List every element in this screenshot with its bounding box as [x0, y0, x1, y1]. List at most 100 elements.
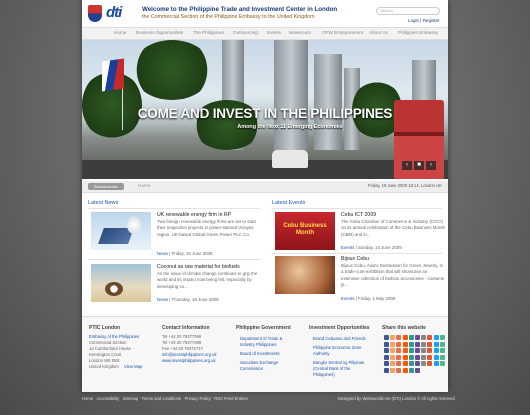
share-service-icon[interactable] [396, 367, 402, 373]
share-service-icon[interactable] [390, 367, 396, 373]
nav-item-events[interactable]: Events [267, 30, 281, 35]
view-map-link[interactable]: View Map [124, 364, 142, 370]
event-category-link[interactable]: Events [341, 245, 354, 250]
search-input[interactable]: Search [376, 7, 440, 15]
dti-logo[interactable]: dti [106, 4, 122, 21]
share-service-icon[interactable] [384, 354, 389, 360]
share-service-icon[interactable] [421, 361, 427, 366]
share-service-icon[interactable] [427, 361, 433, 366]
event-category-link[interactable]: Events [341, 296, 354, 301]
nav-item-outsourcing[interactable]: Outsourcing [233, 30, 258, 35]
news-title[interactable]: Coconut as raw material for biofuels [157, 264, 240, 270]
share-service-icon[interactable] [390, 354, 396, 360]
share-service-icon[interactable] [433, 348, 439, 353]
share-service-icon[interactable] [415, 348, 420, 353]
event-thumbnail-bijoux[interactable] [275, 256, 335, 294]
nav-item-ofw-entrepreneurs[interactable]: OFW Entrepreneurs [322, 30, 363, 35]
share-service-icon[interactable] [384, 367, 389, 373]
nav-item-philippine-embassy[interactable]: Philippine Embassy [398, 30, 438, 35]
gov-link-dti[interactable]: Industry Philippines [240, 342, 276, 348]
share-service-icon[interactable] [433, 361, 439, 366]
share-service-icon[interactable] [408, 367, 414, 373]
share-service-icon[interactable] [421, 354, 427, 360]
event-title[interactable]: Bijoux Cebu [341, 256, 369, 262]
share-service-icon[interactable] [396, 348, 402, 353]
breadcrumb-button[interactable]: Breadcrumbs [88, 183, 124, 190]
login-link[interactable]: Login [408, 18, 419, 23]
share-service-icon[interactable] [408, 335, 414, 340]
share-service-icon[interactable] [433, 341, 439, 347]
gov-link-sec[interactable]: Commission [240, 366, 263, 372]
share-service-icon[interactable] [402, 354, 408, 360]
share-service-icon[interactable] [439, 361, 445, 366]
share-service-icon[interactable] [439, 354, 445, 360]
bottom-link-privacy[interactable]: Privacy Policy [185, 396, 211, 401]
share-service-icon[interactable] [402, 341, 408, 347]
share-service-icon[interactable] [415, 367, 420, 373]
share-service-icon[interactable] [402, 335, 408, 340]
share-service-icon[interactable] [390, 361, 396, 366]
share-service-icon[interactable] [439, 335, 445, 340]
share-service-icon[interactable] [384, 348, 389, 353]
breadcrumb-home[interactable]: Home [138, 183, 150, 188]
share-service-icon[interactable] [402, 367, 408, 373]
share-service-icon[interactable] [402, 361, 408, 366]
bottom-link-home[interactable]: Home [82, 396, 93, 401]
share-service-icon[interactable] [433, 335, 439, 340]
share-service-icon[interactable] [427, 341, 433, 347]
slide-next-icon[interactable]: › [426, 161, 436, 170]
nav-item-newsroom[interactable]: Newsroom [289, 30, 311, 35]
event-title[interactable]: Cebu ICT 2009 [341, 212, 376, 218]
share-service-icon[interactable] [384, 341, 389, 347]
share-service-icon[interactable] [415, 341, 420, 347]
invest-link[interactable]: Brand Cebuano and Friends [313, 336, 366, 342]
register-link[interactable]: Register [423, 18, 440, 23]
share-service-icon[interactable] [421, 335, 427, 340]
share-service-icon[interactable] [408, 348, 414, 353]
bottom-link-rss[interactable]: RSS Feed Entries [214, 396, 248, 401]
share-service-icon[interactable] [408, 341, 414, 347]
share-service-icon[interactable] [390, 335, 396, 340]
contact-website-link[interactable]: www.investphilippines.org.uk [162, 358, 216, 364]
share-service-icon[interactable] [396, 354, 402, 360]
share-service-icon[interactable] [421, 341, 427, 347]
share-service-icon[interactable] [415, 335, 420, 340]
gov-link-boi[interactable]: Board of Investments [240, 351, 280, 357]
share-service-icon[interactable] [384, 335, 389, 340]
nav-item-business-opportunities[interactable]: Business Opportunities [136, 30, 183, 35]
news-thumbnail-coconut[interactable] [91, 264, 151, 302]
share-service-icon[interactable] [390, 348, 396, 353]
share-service-icon[interactable] [427, 354, 433, 360]
share-service-icon[interactable] [402, 348, 408, 353]
slide-pause-icon[interactable]: ■ [414, 161, 424, 170]
share-service-icon[interactable] [421, 348, 427, 353]
share-service-icon[interactable] [439, 348, 445, 353]
share-service-icon[interactable] [396, 341, 402, 347]
news-category-link[interactable]: News [157, 297, 168, 302]
bottom-link-sitemap[interactable]: Sitemap [123, 396, 138, 401]
share-service-icon[interactable] [408, 361, 414, 366]
news-thumbnail-solar[interactable] [91, 212, 151, 250]
news-category-link[interactable]: News [157, 251, 168, 256]
embassy-seal-logo[interactable] [88, 5, 102, 22]
share-service-icon[interactable] [390, 341, 396, 347]
invest-link-peza[interactable]: Authority [313, 351, 330, 357]
nav-item-the-philippines[interactable]: The Philippines [193, 30, 224, 35]
bottom-link-accessibility[interactable]: Accessibility [96, 396, 119, 401]
nav-item-about-us[interactable]: About Us [369, 30, 388, 35]
share-service-icon[interactable] [396, 335, 402, 340]
share-service-icon[interactable] [415, 354, 420, 360]
slide-prev-icon[interactable]: ‹ [402, 161, 412, 170]
share-service-icon[interactable] [427, 348, 433, 353]
news-title[interactable]: UK renewable energy firm in RP [157, 212, 231, 218]
invest-link-bsp[interactable]: Philippines) [313, 372, 335, 378]
share-service-icon[interactable] [433, 354, 439, 360]
nav-item-home[interactable]: Home [114, 30, 126, 35]
event-thumbnail-cebu[interactable]: Cebu Business Month [275, 212, 335, 250]
share-service-icon[interactable] [408, 354, 414, 360]
share-service-icon[interactable] [427, 335, 433, 340]
share-service-icon[interactable] [439, 341, 445, 347]
share-service-icon[interactable] [415, 361, 420, 366]
bottom-link-terms[interactable]: Terms and conditions [142, 396, 182, 401]
share-service-icon[interactable] [396, 361, 402, 366]
